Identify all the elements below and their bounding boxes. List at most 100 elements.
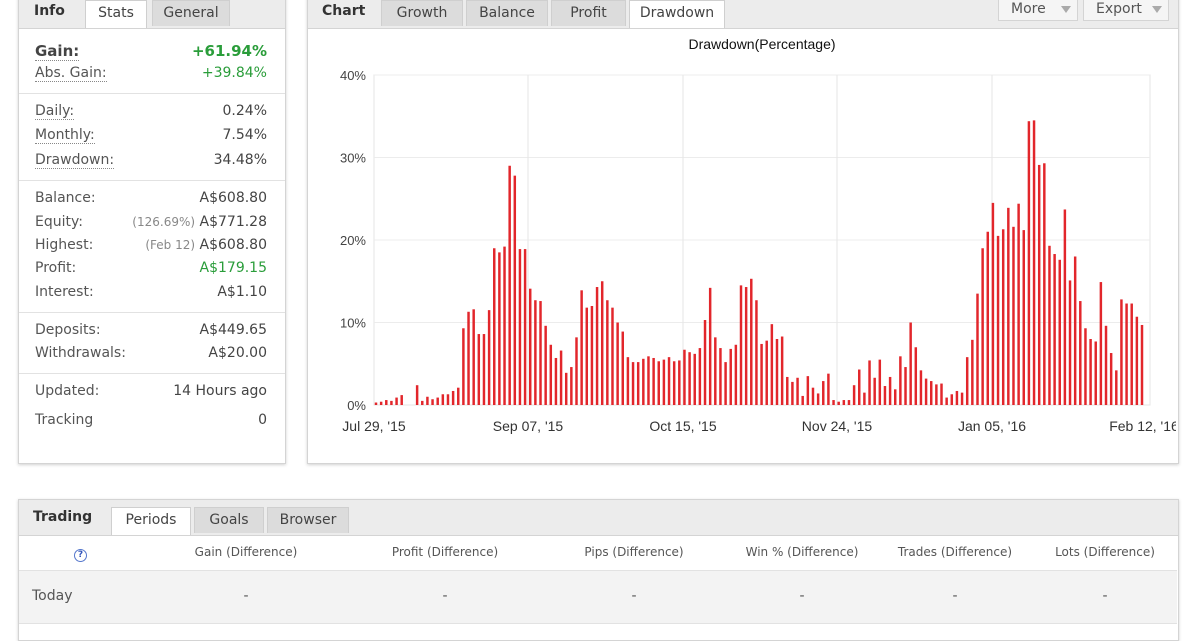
- info-row-value-text: 0: [258, 412, 267, 428]
- bar: [1012, 226, 1015, 405]
- bar: [513, 175, 517, 405]
- tab-goals[interactable]: Goals: [194, 507, 264, 533]
- bar: [806, 376, 810, 406]
- bar: [1089, 339, 1092, 405]
- bar: [642, 358, 645, 405]
- more-label: More: [1011, 1, 1046, 17]
- bar: [374, 402, 378, 405]
- x-tick-label: Nov 24, '15: [802, 418, 873, 434]
- bar: [457, 387, 460, 405]
- info-row: Monthly: 7.54%: [19, 127, 285, 149]
- info-row: Tracking 0: [19, 412, 285, 434]
- bar: [760, 343, 763, 405]
- info-row-label-text: Abs. Gain:: [35, 65, 107, 82]
- tab-profit[interactable]: Profit: [551, 0, 626, 26]
- bar: [1053, 254, 1056, 405]
- info-row-label: Highest:: [35, 237, 93, 253]
- bar: [868, 360, 871, 405]
- tab-growth[interactable]: Growth: [381, 0, 463, 26]
- bar: [991, 202, 995, 406]
- info-row-label-text: Monthly:: [35, 127, 95, 144]
- tab-periods[interactable]: Periods: [111, 507, 191, 535]
- tab-info[interactable]: Info: [34, 0, 65, 26]
- bar: [770, 324, 774, 405]
- info-row: Profit: A$179.15: [19, 260, 285, 282]
- tab-browser[interactable]: Browser: [267, 507, 349, 533]
- tab-balance[interactable]: Balance: [466, 0, 548, 26]
- table-cell: -: [799, 588, 805, 604]
- bar: [580, 290, 583, 405]
- chart-tabbar: Chart Growth Balance Profit Drawdown Mor…: [308, 0, 1178, 29]
- info-separator: [19, 373, 285, 374]
- bar: [611, 307, 614, 405]
- bar: [744, 287, 748, 405]
- bar: [528, 288, 532, 406]
- bar: [1140, 324, 1144, 405]
- bar: [816, 393, 820, 405]
- bar: [786, 376, 789, 405]
- info-row-label: Equity:: [35, 214, 83, 230]
- bar: [1001, 229, 1005, 405]
- info-row-value: A$179.15: [200, 260, 267, 276]
- info-row-label: Monthly:: [35, 127, 95, 144]
- chevron-down-icon: [1152, 6, 1162, 13]
- info-row-label: Gain:: [35, 42, 80, 61]
- bar: [965, 357, 969, 405]
- info-row: Deposits: A$449.65: [19, 322, 285, 344]
- y-tick-label: 10%: [340, 316, 366, 331]
- column-header[interactable]: Pips (Difference): [544, 545, 724, 559]
- info-row-note: (126.69%): [132, 215, 196, 229]
- table-cell: -: [442, 588, 448, 604]
- info-row-label-text: Equity:: [35, 214, 83, 230]
- bar: [493, 248, 496, 405]
- bar: [621, 331, 624, 405]
- tab-stats[interactable]: Stats: [85, 0, 147, 28]
- bar: [436, 397, 439, 405]
- info-row-value: +61.94%: [192, 42, 267, 60]
- info-row-label-text: Balance:: [35, 190, 96, 206]
- tab-general[interactable]: General: [152, 0, 230, 26]
- column-header[interactable]: Gain (Difference): [156, 545, 336, 559]
- bar: [559, 350, 563, 405]
- table-divider: [19, 623, 1177, 624]
- bar: [698, 348, 702, 405]
- bar: [570, 367, 573, 405]
- info-row-value-text: A$179.15: [199, 260, 267, 276]
- bar: [1115, 370, 1118, 405]
- bar: [904, 367, 907, 405]
- bar: [564, 372, 568, 405]
- info-row-label: Updated:: [35, 383, 99, 399]
- more-button[interactable]: More: [998, 0, 1078, 21]
- tab-chart[interactable]: Chart: [322, 0, 365, 26]
- bar: [1099, 282, 1103, 405]
- bar: [724, 362, 727, 405]
- bar: [400, 395, 403, 405]
- tab-trading[interactable]: Trading: [33, 505, 92, 532]
- drawdown-chart: Drawdown(Percentage) 0% 10% 20% 30% 40% Jul 29…: [340, 36, 1176, 434]
- info-row-value-text: +39.84%: [201, 65, 267, 81]
- info-row-value-text: 0.24%: [222, 103, 267, 119]
- bar: [981, 248, 984, 405]
- x-tick-label: Feb 12, '16: [1109, 418, 1176, 434]
- info-row-value: 7.54%: [223, 127, 267, 143]
- help-icon[interactable]: ?: [74, 549, 87, 562]
- bar: [482, 334, 486, 405]
- x-tick-label: Oct 15, '15: [649, 418, 716, 434]
- bar: [508, 165, 511, 405]
- bar: [1043, 163, 1046, 405]
- export-button[interactable]: Export: [1083, 0, 1169, 21]
- bar: [451, 390, 455, 406]
- bar: [600, 281, 604, 405]
- bar: [945, 397, 948, 405]
- chevron-down-icon: [1061, 6, 1071, 13]
- bar: [914, 347, 918, 405]
- bar: [960, 392, 964, 406]
- info-row-label: Profit:: [35, 260, 76, 276]
- bar: [1109, 353, 1113, 405]
- column-header[interactable]: Lots (Difference): [1015, 545, 1195, 559]
- bar: [431, 399, 434, 405]
- tab-drawdown[interactable]: Drawdown: [629, 0, 725, 28]
- column-header[interactable]: Profit (Difference): [355, 545, 535, 559]
- info-row-label: Interest:: [35, 284, 94, 300]
- info-row-value: 0: [258, 412, 267, 428]
